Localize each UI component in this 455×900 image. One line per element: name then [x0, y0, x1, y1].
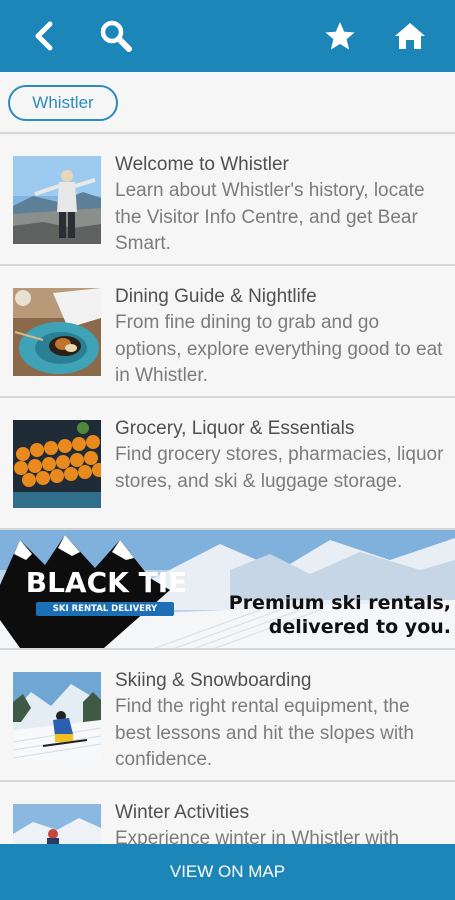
filter-bar: Whistler	[0, 72, 455, 134]
item-title: Winter Activities	[115, 802, 250, 823]
home-icon	[395, 23, 425, 49]
dining-thumbnail	[13, 288, 101, 376]
back-arrow-icon	[35, 21, 53, 51]
item-title: Welcome to Whistler	[115, 154, 289, 175]
search-button[interactable]	[94, 14, 138, 58]
search-icon	[100, 20, 132, 52]
brand-subtitle: SKI RENTAL DELIVERY	[36, 602, 174, 616]
list-item[interactable]: Dining Guide & Nightlife From fine dinin…	[0, 266, 455, 398]
item-description: Find the right rental equipment, the bes…	[115, 696, 414, 770]
list-item[interactable]: Winter Activities Experience winter in W…	[0, 782, 455, 844]
category-list: Welcome to Whistler Learn about Whistler…	[0, 136, 455, 844]
item-description: Find grocery stores, pharmacies, liquor …	[115, 444, 444, 492]
item-title: Skiing & Snowboarding	[115, 670, 312, 691]
view-on-map-button[interactable]: VIEW ON MAP	[0, 844, 455, 900]
grocery-thumbnail	[13, 420, 101, 508]
home-button[interactable]	[388, 14, 432, 58]
ad-banner[interactable]: BLACK TIE SKI RENTAL DELIVERY Premium sk…	[0, 530, 455, 650]
winter-activities-thumbnail	[13, 804, 101, 844]
skiing-thumbnail	[13, 672, 101, 760]
item-title: Grocery, Liquor & Essentials	[115, 418, 355, 439]
welcome-thumbnail	[13, 156, 101, 244]
back-button[interactable]	[22, 14, 66, 58]
star-icon	[325, 22, 355, 50]
brand-name: BLACK TIE	[25, 566, 188, 599]
favorite-button[interactable]	[318, 14, 362, 58]
list-item[interactable]: Skiing & Snowboarding Find the right ren…	[0, 650, 455, 782]
item-description: Learn about Whistler's history, locate t…	[115, 180, 425, 254]
top-app-bar	[0, 0, 455, 72]
list-item[interactable]: Grocery, Liquor & Essentials Find grocer…	[0, 398, 455, 530]
item-title: Dining Guide & Nightlife	[115, 286, 317, 307]
list-item[interactable]: Welcome to Whistler Learn about Whistler…	[0, 136, 455, 266]
item-description: From fine dining to grab and go options,…	[115, 312, 443, 386]
location-chip[interactable]: Whistler	[8, 85, 118, 121]
item-description: Experience winter in Whistler with	[115, 828, 400, 844]
banner-tagline-1: Premium ski rentals,	[228, 592, 451, 614]
banner-tagline-2: delivered to you.	[268, 616, 451, 638]
